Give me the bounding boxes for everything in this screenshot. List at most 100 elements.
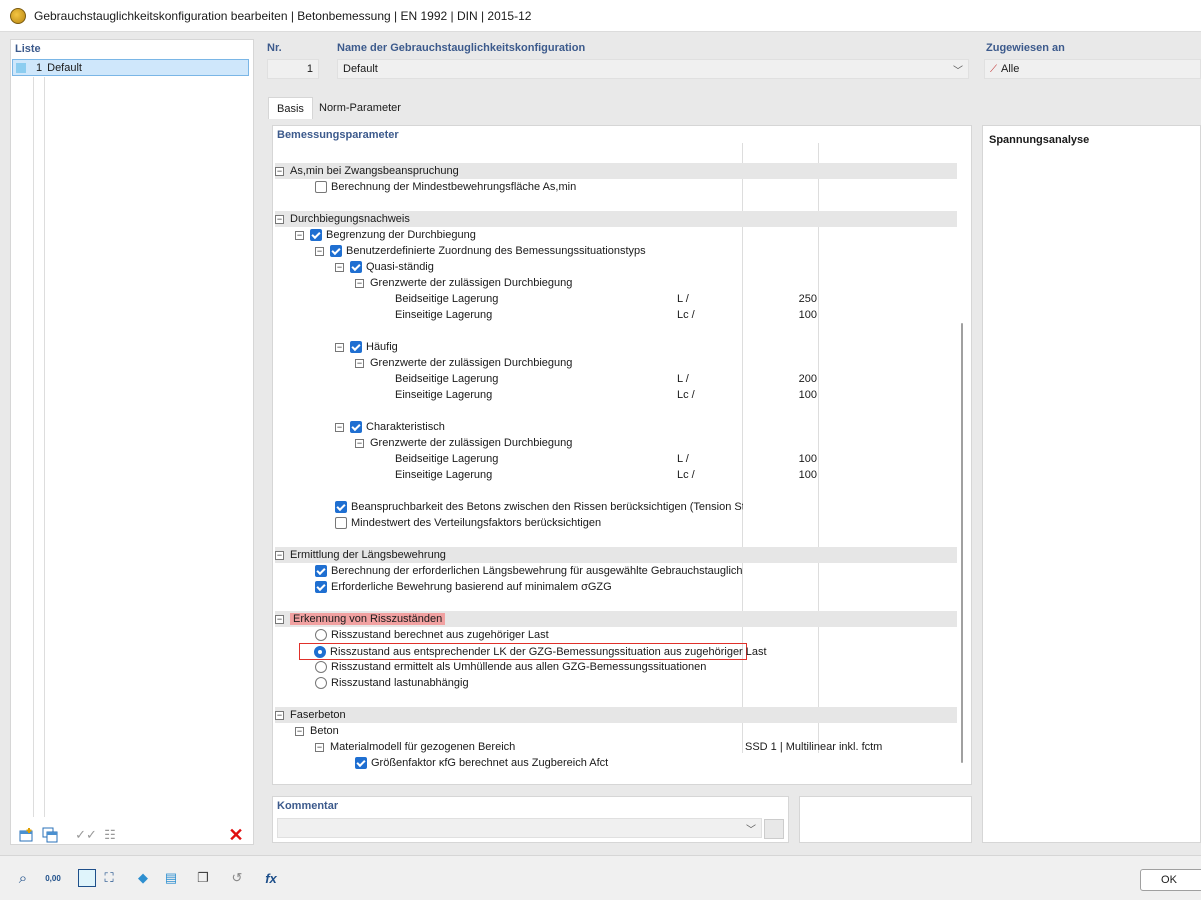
collapse-icon[interactable]: − (295, 726, 304, 736)
nr-field[interactable]: 1 (267, 59, 319, 79)
tree-item-riss-1[interactable]: Risszustand berechnet aus zugehöriger La… (315, 627, 971, 643)
value-field[interactable]: 250 (745, 291, 821, 307)
value-field[interactable]: 100 (745, 307, 821, 323)
export-icon[interactable]: ▤ (162, 869, 180, 887)
tree-group-riss[interactable]: − Erkennung von Risszuständen (275, 611, 957, 627)
config-name-select[interactable]: Default ﹀ (337, 59, 969, 79)
checkbox[interactable] (335, 517, 347, 529)
label: Beidseitige Lagerung (395, 373, 499, 385)
label: Materialmodell für gezogenen Bereich (330, 741, 516, 753)
delete-icon[interactable]: ✕ (227, 825, 245, 845)
new-item-icon[interactable] (17, 826, 35, 844)
comment-side-panel (799, 796, 972, 843)
label: Beidseitige Lagerung (395, 453, 499, 465)
comment-library-icon[interactable] (764, 819, 784, 839)
formula-icon[interactable]: fx (262, 869, 280, 887)
search-icon[interactable]: ⌕ (14, 869, 32, 887)
ok-button[interactable]: OK (1140, 869, 1201, 891)
collapse-icon[interactable]: − (335, 342, 344, 352)
tree-item-grenz-3[interactable]: − Grenzwerte der zulässigen Durchbiegung (355, 435, 971, 451)
label: Faserbeton (290, 709, 346, 721)
radio[interactable] (315, 677, 327, 689)
value-field[interactable]: 100 (745, 387, 821, 403)
collapse-icon[interactable]: − (295, 230, 304, 240)
view-icon[interactable]: ◆ (134, 869, 152, 887)
value-field[interactable]: 100 (745, 467, 821, 483)
collapse-icon[interactable]: − (275, 550, 284, 560)
tab-norm-parameter[interactable]: Norm-Parameter (311, 97, 409, 119)
tree-group-faser[interactable]: − Faserbeton (275, 707, 957, 723)
value-field[interactable]: 100 (745, 451, 821, 467)
collapse-icon[interactable]: − (275, 710, 284, 720)
tree-item-haeufig[interactable]: − Häufig (335, 339, 971, 355)
comment-input[interactable]: ﹀ (277, 818, 762, 838)
tree-item-tension[interactable]: Beanspruchbarkeit des Betons zwischen de… (335, 499, 743, 515)
checkbox[interactable] (315, 581, 327, 593)
unit: Lc / (677, 469, 695, 481)
tree-item-riss-2[interactable]: Risszustand aus entsprechender LK der GZ… (299, 643, 767, 660)
checkbox[interactable] (330, 245, 342, 257)
tree-item-asmin-calc[interactable]: Berechnung der Mindestbewehrungsfläche A… (315, 179, 971, 195)
tree-item-material[interactable]: − Materialmodell für gezogenen Bereich (315, 739, 735, 755)
checkbox[interactable] (335, 501, 347, 513)
tree-item-user-def[interactable]: − Benutzerdefinierte Zuordnung des Bemess… (315, 243, 971, 259)
assigned-field[interactable]: ⟋ Alle (984, 59, 1201, 79)
copy-item-icon[interactable] (41, 826, 59, 844)
tree-item-beton[interactable]: − Beton (295, 723, 971, 739)
label: Grenzwerte der zulässigen Durchbiegung (370, 437, 573, 449)
checkbox[interactable] (350, 341, 362, 353)
collapse-icon[interactable]: − (315, 246, 324, 256)
collapse-icon[interactable]: − (315, 742, 324, 752)
label: Risszustand ermittelt als Umhüllende aus… (331, 661, 707, 673)
collapse-icon[interactable]: − (275, 214, 284, 224)
tree-item-riss-3[interactable]: Risszustand ermittelt als Umhüllende aus… (315, 659, 971, 675)
collapse-icon[interactable]: − (335, 262, 344, 272)
collapse-icon[interactable]: − (275, 166, 284, 176)
tree-item-defl-limit[interactable]: − Begrenzung der Durchbiegung (295, 227, 971, 243)
collapse-icon[interactable]: − (275, 614, 284, 624)
assigned-icon: ⟋ (990, 63, 997, 75)
tree-item-mindest[interactable]: Mindestwert des Verteilungsfaktors berüc… (335, 515, 971, 531)
radio[interactable] (315, 661, 327, 673)
structure-icon[interactable]: ⛶ (100, 869, 118, 887)
checkbox[interactable] (315, 181, 327, 193)
tree-item-laengs-calc[interactable]: Berechnung der erforderlichen Längsbeweh… (315, 563, 743, 579)
units-icon[interactable]: 0,00 (44, 869, 62, 887)
tree-item-laengs-min[interactable]: Erforderliche Bewehrung basierend auf mi… (315, 579, 971, 595)
unit: Lc / (677, 309, 695, 321)
tree-item-riss-4[interactable]: Risszustand lastunabhängig (315, 675, 971, 691)
checkbox[interactable] (310, 229, 322, 241)
material-value[interactable]: SSD 1 | Multilinear inkl. fctm (745, 739, 882, 755)
label: Beidseitige Lagerung (395, 293, 499, 305)
collapse-icon[interactable]: − (355, 278, 364, 288)
radio[interactable] (315, 629, 327, 641)
collapse-icon[interactable]: − (355, 438, 364, 448)
uncheck-all-icon[interactable]: ☷ (101, 826, 119, 844)
checkbox[interactable] (350, 421, 362, 433)
label: Häufig (366, 341, 398, 353)
tree-group-deflection[interactable]: − Durchbiegungsnachweis (275, 211, 957, 227)
tree-group-laengs[interactable]: − Ermittlung der Längsbewehrung (275, 547, 957, 563)
bottom-toolbar: ⌕ 0,00 ⛶ ◆ ▤ ❐ ↺ fx OK (0, 855, 1201, 900)
copy-icon[interactable]: ❐ (194, 869, 212, 887)
color-icon[interactable] (78, 869, 96, 887)
list-item-default[interactable]: 1 Default (12, 59, 249, 76)
checkbox[interactable] (350, 261, 362, 273)
tree-group-asmin[interactable]: − As,min bei Zwangsbeanspruchung (275, 163, 957, 179)
collapse-icon[interactable]: − (335, 422, 344, 432)
undo-icon[interactable]: ↺ (228, 869, 246, 887)
tree-item-quasi[interactable]: − Quasi-ständig (335, 259, 971, 275)
tab-basis[interactable]: Basis (268, 97, 313, 119)
value-field[interactable]: 200 (745, 371, 821, 387)
tree-item-groessen[interactable]: Größenfaktor κfG berechnet aus Zugbereic… (355, 755, 971, 771)
label: Risszustand aus entsprechender LK der GZ… (330, 645, 767, 658)
checkbox[interactable] (355, 757, 367, 769)
check-all-icon[interactable]: ✓✓ (75, 826, 97, 844)
tree-item-grenz-2[interactable]: − Grenzwerte der zulässigen Durchbiegung (355, 355, 971, 371)
tree-item-charakt[interactable]: − Charakteristisch (335, 419, 971, 435)
list-item-nr: 1 (36, 61, 43, 74)
radio[interactable] (314, 645, 326, 658)
tree-item-grenz-1[interactable]: − Grenzwerte der zulässigen Durchbiegung (355, 275, 971, 291)
checkbox[interactable] (315, 565, 327, 577)
collapse-icon[interactable]: − (355, 358, 364, 368)
